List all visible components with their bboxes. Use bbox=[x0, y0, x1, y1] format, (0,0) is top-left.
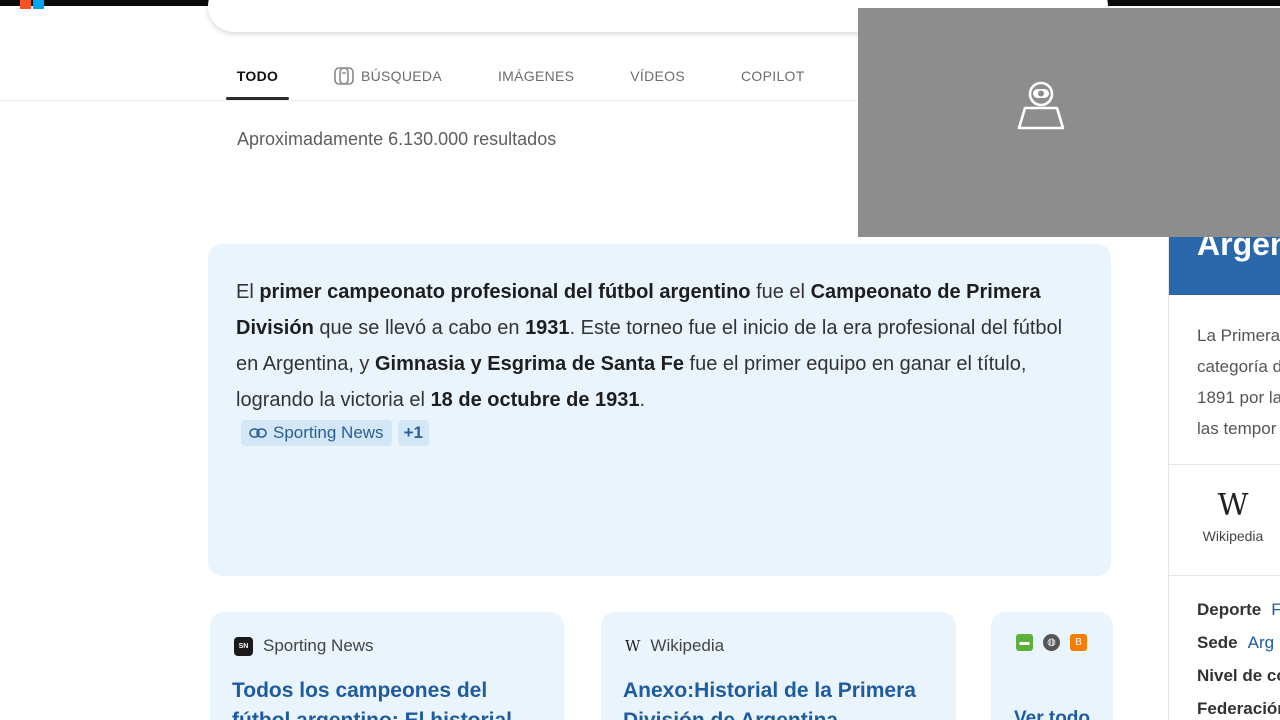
fact-key: Nivel de co bbox=[1197, 666, 1280, 685]
card-source-name: Sporting News bbox=[263, 636, 374, 655]
fact-value[interactable]: F bbox=[1271, 600, 1280, 633]
globe-icon: ◍ bbox=[1043, 634, 1060, 651]
tab-todo[interactable]: TODO bbox=[226, 52, 289, 100]
answer-bold-segment: Gimnasia y Esgrima de Santa Fe bbox=[374, 353, 684, 375]
blogger-icon: B bbox=[1070, 634, 1087, 651]
answer-bold-segment: 18 de octubre de 1931 bbox=[430, 389, 640, 411]
knowledge-panel-facts: Deporte F Sede Arg Nivel de co Federación bbox=[1197, 600, 1280, 720]
answer-bold-segment: 1931 bbox=[525, 317, 570, 339]
wikipedia-icon: W bbox=[1217, 488, 1249, 523]
citation-more-chip[interactable]: +1 bbox=[397, 420, 429, 446]
citation-row: Sporting News +1 bbox=[241, 420, 1083, 446]
wikipedia-source-link[interactable]: W Wikipedia bbox=[1197, 488, 1269, 544]
answer-bold-segment: primer campeonato profesional del fútbol… bbox=[259, 281, 751, 303]
copilot-search-icon bbox=[334, 67, 354, 85]
card-title-link[interactable]: Todos los campeones del fútbol argentino… bbox=[232, 676, 542, 720]
see-all-link[interactable]: Ver todo bbox=[1014, 708, 1090, 720]
answer-text-segment: El bbox=[236, 281, 260, 303]
answer-text-segment: que se llevó a cabo en bbox=[313, 317, 526, 339]
card-title-link[interactable]: Anexo:Historial de la Primera División d… bbox=[623, 676, 933, 720]
card-source: W Wikipedia bbox=[625, 636, 724, 656]
card-source: SN Sporting News bbox=[234, 636, 374, 656]
more-sources-icons: ▬ ◍ B bbox=[1016, 634, 1087, 651]
fact-key: Federación bbox=[1197, 699, 1280, 718]
sporting-news-icon: SN bbox=[234, 636, 253, 656]
description-line: 1891 por la bbox=[1197, 388, 1280, 407]
fact-row: Nivel de co bbox=[1197, 666, 1280, 699]
source-card-sporting-news[interactable]: SN Sporting News Todos los campeones del… bbox=[210, 612, 564, 720]
description-line: La Primera bbox=[1197, 326, 1280, 345]
answer-text: El primer campeonato profesional del fút… bbox=[236, 274, 1076, 418]
webcam-overlay bbox=[858, 8, 1280, 237]
source-card-wikipedia[interactable]: W Wikipedia Anexo:Historial de la Primer… bbox=[601, 612, 956, 720]
citation-chip[interactable]: Sporting News bbox=[241, 420, 392, 446]
fact-row: Deporte F bbox=[1197, 600, 1280, 633]
search-tabs: TODO BÚSQUEDA IMÁGENES VÍDEOS COPILOT bbox=[226, 52, 805, 100]
news-site-icon: ▬ bbox=[1016, 634, 1033, 651]
wikipedia-icon: W bbox=[625, 637, 641, 655]
description-line: categoría d bbox=[1197, 357, 1280, 376]
answer-text-segment: fue el bbox=[750, 281, 811, 303]
tab-videos[interactable]: VÍDEOS bbox=[630, 52, 685, 100]
fact-key: Sede bbox=[1197, 633, 1238, 652]
tab-todo-label: TODO bbox=[236, 68, 279, 84]
bing-logo[interactable] bbox=[20, 0, 46, 9]
tab-busqueda[interactable]: BÚSQUEDA bbox=[333, 52, 442, 100]
tab-copilot[interactable]: COPILOT bbox=[741, 52, 805, 100]
tab-copilot-label: COPILOT bbox=[741, 68, 805, 84]
description-line: las tempor bbox=[1197, 419, 1277, 438]
knowledge-panel: Argen La Primera categoría d 1891 por la… bbox=[1168, 176, 1280, 720]
source-card-more[interactable]: ▬ ◍ B Ver todo bbox=[991, 612, 1113, 720]
tab-busqueda-label: BÚSQUEDA bbox=[361, 68, 442, 84]
answer-text-segment: . bbox=[639, 389, 646, 411]
link-icon bbox=[249, 428, 267, 438]
tab-imagenes[interactable]: IMÁGENES bbox=[498, 52, 574, 100]
fact-row: Sede Arg bbox=[1197, 633, 1280, 666]
panel-divider bbox=[1169, 464, 1280, 465]
tab-videos-label: VÍDEOS bbox=[630, 68, 686, 84]
panel-divider bbox=[1169, 575, 1280, 576]
card-source-name: Wikipedia bbox=[650, 636, 725, 655]
fact-row: Federación bbox=[1197, 699, 1280, 720]
ai-answer-box: El primer campeonato profesional del fút… bbox=[208, 244, 1111, 576]
citation-label: Sporting News bbox=[273, 423, 384, 442]
results-count: Aproximadamente 6.130.000 resultados bbox=[237, 129, 557, 149]
knowledge-panel-description: La Primera categoría d 1891 por la las t… bbox=[1197, 320, 1280, 444]
fact-key: Deporte bbox=[1197, 600, 1262, 619]
webcam-icon bbox=[1017, 81, 1065, 130]
tab-imagenes-label: IMÁGENES bbox=[497, 68, 575, 84]
wikipedia-label: Wikipedia bbox=[1202, 528, 1264, 544]
browser-viewport: { "tabs": { "todo": "TODO", "busqueda": … bbox=[0, 0, 1280, 720]
fact-value[interactable]: Arg bbox=[1248, 633, 1274, 666]
